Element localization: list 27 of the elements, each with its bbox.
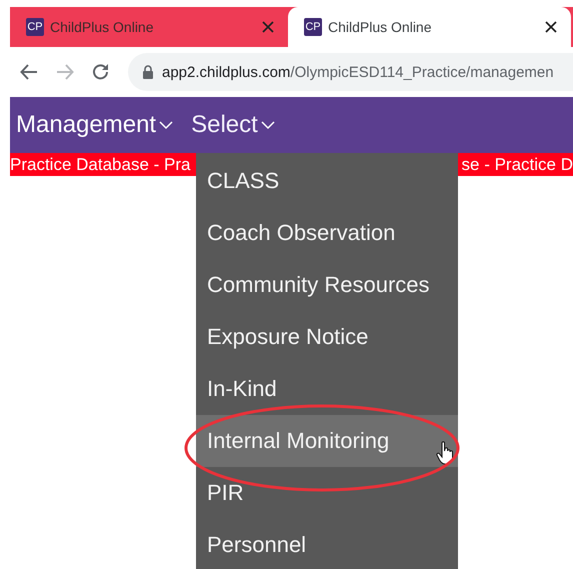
menu-item[interactable]: Coach Observation bbox=[196, 207, 458, 259]
nav-menu[interactable]: Select bbox=[191, 111, 275, 139]
address-bar[interactable]: app2.childplus.com/OlympicESD114_Practice/managemen bbox=[128, 53, 573, 91]
menu-item[interactable]: In-Kind bbox=[196, 363, 458, 415]
banner-text: se - Practice D bbox=[462, 154, 573, 174]
url-text: app2.childplus.com/OlympicESD114_Practice/managemen bbox=[162, 64, 554, 80]
tab-title: ChildPlus Online bbox=[50, 19, 154, 35]
menu-item[interactable]: Internal Monitoring bbox=[196, 415, 458, 467]
browser-tab[interactable]: CP ChildPlus Online bbox=[10, 7, 288, 47]
menu-item[interactable]: Personnel bbox=[196, 519, 458, 569]
nav-menu[interactable]: Management bbox=[16, 111, 174, 139]
hand-cursor-icon bbox=[436, 441, 456, 465]
reload-icon[interactable] bbox=[92, 63, 110, 81]
lock-icon bbox=[142, 65, 154, 79]
menu-item[interactable]: Exposure Notice bbox=[196, 311, 458, 363]
close-icon[interactable] bbox=[545, 21, 557, 33]
favicon: CP bbox=[26, 18, 44, 36]
banner-text: Practice Database - Pra bbox=[10, 154, 190, 174]
menu-item[interactable]: Community Resources bbox=[196, 259, 458, 311]
menu-item[interactable]: PIR bbox=[196, 467, 458, 519]
browser-tab[interactable]: CP ChildPlus Online bbox=[288, 7, 571, 47]
back-icon[interactable] bbox=[20, 63, 38, 81]
chevron-icon bbox=[260, 120, 275, 130]
tab-title: ChildPlus Online bbox=[328, 19, 432, 35]
favicon: CP bbox=[304, 18, 322, 36]
menu-item[interactable]: CLASS bbox=[196, 155, 458, 207]
chevron-icon bbox=[159, 120, 174, 130]
